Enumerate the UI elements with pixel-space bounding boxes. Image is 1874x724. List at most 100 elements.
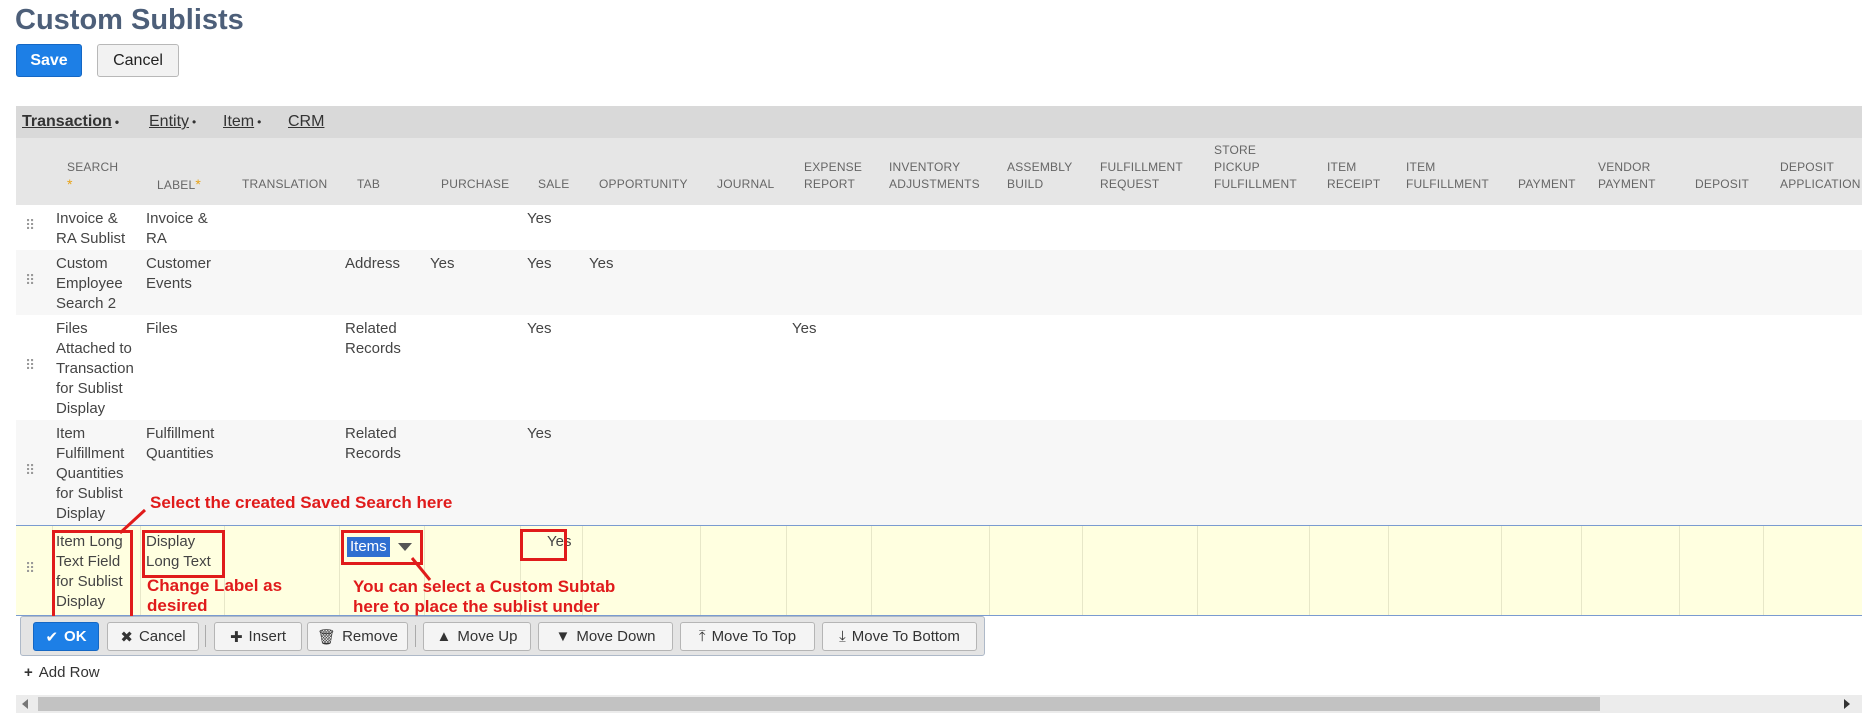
required-star: * (67, 176, 73, 192)
arrow-up-icon: ▲ (436, 628, 452, 645)
column-divider (1082, 526, 1083, 615)
col-deposit-application: DEPOSIT APPLICATION (1780, 160, 1861, 191)
column-divider (871, 526, 872, 615)
tab-label: Entity (149, 113, 190, 130)
cell-tab[interactable]: Related Records (345, 319, 401, 359)
tab-dot: • (114, 115, 120, 129)
cell-sale[interactable]: Yes (527, 319, 551, 339)
cell-tab[interactable]: Related Records (345, 424, 401, 464)
row-cancel-label: Cancel (138, 628, 186, 645)
col-vendor-payment: VENDOR PAYMENT (1598, 160, 1656, 191)
x-icon: ✖ (120, 628, 133, 646)
cancel-button[interactable]: Cancel (97, 44, 179, 77)
tab-transaction[interactable]: Transaction • (22, 113, 119, 131)
scroll-left-icon[interactable] (22, 699, 28, 709)
tab-label: CRM (288, 113, 325, 130)
col-opportunity: OPPORTUNITY (599, 177, 688, 191)
add-row-label: Add Row (38, 664, 100, 681)
check-icon: ✔ (45, 628, 59, 646)
highlight-label-box (142, 530, 225, 578)
highlight-search-box (52, 530, 133, 620)
drag-handle-icon[interactable]: ⠿ (25, 560, 35, 577)
insert-button[interactable]: ✚ Insert (214, 622, 302, 651)
col-search: SEARCH * (67, 160, 119, 192)
scrollbar-thumb[interactable] (38, 697, 1600, 711)
col-inventory-adjustments: INVENTORY ADJUSTMENTS (889, 160, 980, 191)
col-label: LABEL* (157, 176, 202, 192)
column-divider (1581, 526, 1582, 615)
add-row-button[interactable]: + Add Row (24, 664, 100, 681)
column-divider (339, 526, 340, 615)
row-cancel-button[interactable]: ✖ Cancel (107, 622, 199, 651)
col-expense-report: EXPENSE REPORT (804, 160, 863, 191)
cell-expense-report[interactable]: Yes (792, 319, 816, 339)
grid-header: SEARCH * LABEL* TRANSLATION TAB PURCHASE … (16, 138, 1862, 205)
move-down-label: Move Down (576, 628, 656, 645)
move-to-top-button[interactable]: ⤒ Move To Top (680, 622, 815, 651)
toolbar-divider (415, 625, 416, 647)
cell-search[interactable]: Invoice & RA Sublist (56, 209, 125, 249)
tab-entity[interactable]: Entity • (149, 113, 196, 131)
col-purchase: PURCHASE (441, 177, 510, 191)
col-item-fulfillment: ITEM FULFILLMENT (1406, 160, 1489, 191)
annotation-custom-subtab: You can select a Custom Subtab here to pl… (353, 577, 616, 616)
annotation-change-label: Change Label as desired (147, 576, 283, 615)
col-fulfillment-request: FULFILLMENT REQUEST (1100, 160, 1183, 191)
drag-handle-icon[interactable]: ⠿ (25, 357, 35, 374)
sublist-grid: SEARCH * LABEL* TRANSLATION TAB PURCHASE … (16, 138, 1862, 683)
cell-label[interactable]: Invoice & RA (146, 209, 208, 249)
column-divider (1388, 526, 1389, 615)
cell-label[interactable]: Fulfillment Quantities (146, 424, 214, 464)
remove-button[interactable]: 🗑 Remove (307, 622, 408, 651)
column-divider (140, 526, 141, 615)
trash-icon: 🗑 (317, 628, 337, 646)
table-row[interactable]: ⠿ Invoice & RA Sublist Invoice & RA Yes (16, 205, 1862, 251)
cell-search[interactable]: Files Attached to Transaction for Sublist Di… (56, 319, 134, 419)
highlight-tab-box (341, 530, 423, 565)
table-row-editing[interactable]: ⠿ Item Long Text Field for Sublist Display … (16, 525, 1862, 616)
highlight-sale-box (520, 529, 567, 561)
cell-search[interactable]: Item Fulfillment Quantities for Sublist Disp… (56, 424, 124, 524)
tab-crm[interactable]: CRM (288, 113, 324, 131)
drag-handle-icon[interactable]: ⠿ (25, 217, 35, 234)
cell-label[interactable]: Customer Events (146, 254, 211, 294)
table-row[interactable]: ⠿ Custom Employee Search 2 Customer Events … (16, 250, 1862, 316)
sublist-tab-bar: Transaction • Entity • Item • CRM (16, 106, 1862, 139)
cell-sale[interactable]: Yes (527, 209, 551, 229)
cell-sale[interactable]: Yes (527, 424, 551, 444)
move-to-bottom-button[interactable]: ⤓ Move To Bottom (822, 622, 977, 651)
plus-icon: ✚ (229, 628, 243, 646)
cell-search[interactable]: Custom Employee Search 2 (56, 254, 123, 314)
plus-icon: + (24, 664, 33, 681)
scroll-right-icon[interactable] (1844, 699, 1850, 709)
move-up-button[interactable]: ▲ Move Up (423, 622, 531, 651)
arrow-down-icon: ▼ (555, 628, 571, 645)
save-button[interactable]: Save (16, 44, 82, 77)
column-divider (1501, 526, 1502, 615)
move-down-button[interactable]: ▼ Move Down (538, 622, 673, 651)
horizontal-scrollbar[interactable] (16, 695, 1862, 713)
table-row[interactable]: ⠿ Files Attached to Transaction for Sublist… (16, 315, 1862, 421)
tab-dot: • (192, 115, 197, 129)
column-divider (786, 526, 787, 615)
toolbar-divider (205, 625, 206, 647)
cell-sale[interactable]: Yes (527, 254, 551, 274)
row-edit-toolbar: ✔ OK ✖ Cancel ✚ Insert 🗑 Remove ▲ Move Up ▼ Mo… (20, 616, 985, 656)
cell-purchase[interactable]: Yes (430, 254, 454, 274)
ok-button[interactable]: ✔ OK (33, 622, 99, 651)
cell-opportunity[interactable]: Yes (589, 254, 613, 274)
cell-tab[interactable]: Address (345, 254, 400, 274)
arrow-top-icon: ⤒ (698, 628, 706, 645)
cell-label[interactable]: Files (146, 319, 178, 339)
tab-item[interactable]: Item • (223, 113, 261, 131)
col-tab: TAB (357, 177, 381, 191)
drag-handle-icon[interactable]: ⠿ (25, 272, 35, 289)
move-to-top-label: Move To Top (711, 628, 797, 645)
page-title: Custom Sublists (15, 4, 244, 36)
col-assembly-build: ASSEMBLY BUILD (1007, 160, 1073, 191)
insert-label: Insert (248, 628, 287, 645)
drag-handle-icon[interactable]: ⠿ (25, 462, 35, 479)
tab-label: Item (223, 113, 255, 130)
column-divider (1197, 526, 1198, 615)
column-divider (1309, 526, 1310, 615)
